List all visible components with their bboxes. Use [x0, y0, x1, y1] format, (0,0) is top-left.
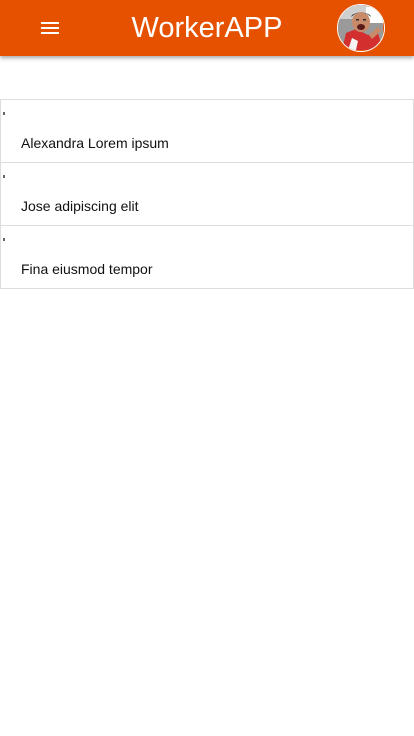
list-item[interactable]: Fina eiusmod tempor — [1, 226, 413, 289]
user-avatar-image — [338, 5, 383, 50]
worker-name: Jose adipiscing elit — [21, 198, 139, 214]
item-mark — [3, 112, 5, 115]
top-toolbar: WorkerAPP — [0, 0, 414, 56]
list-item[interactable]: Alexandra Lorem ipsum — [1, 100, 413, 163]
menu-icon — [41, 21, 59, 36]
item-mark — [3, 175, 5, 178]
worker-name: Alexandra Lorem ipsum — [21, 135, 169, 151]
menu-button[interactable] — [36, 14, 64, 42]
worker-list: Alexandra Lorem ipsum Jose adipiscing el… — [0, 99, 414, 289]
list-item[interactable]: Jose adipiscing elit — [1, 163, 413, 226]
worker-name: Fina eiusmod tempor — [21, 261, 153, 277]
item-mark — [3, 238, 5, 241]
avatar[interactable] — [337, 4, 385, 52]
app-screen: WorkerAPP Alexandra Lorem ipsum Jose adi… — [0, 0, 414, 736]
